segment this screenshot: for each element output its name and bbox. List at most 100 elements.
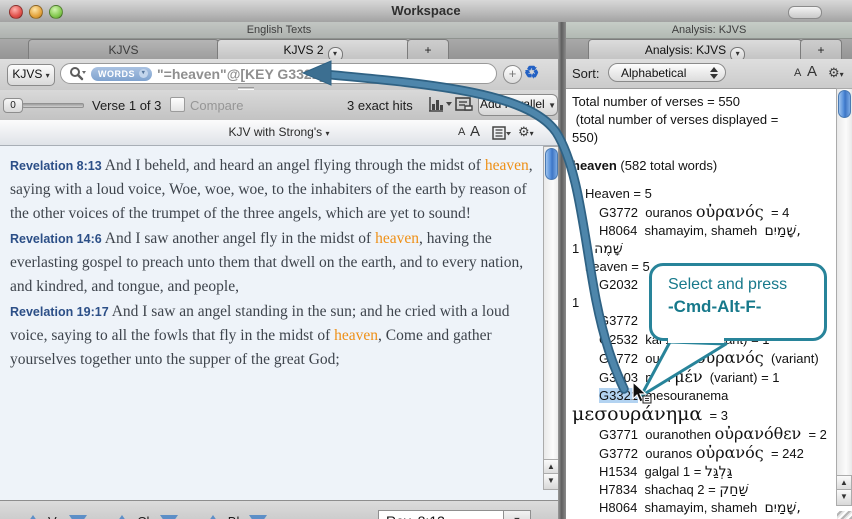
title-bar: Workspace bbox=[0, 0, 852, 23]
tab-analysis-label: Analysis: KJVS bbox=[645, 43, 726, 57]
analysis-text: G3772 ouranos bbox=[599, 351, 696, 366]
navigation-footer: Vs Ch Bk Rev. 8:13 ▼ bbox=[0, 500, 558, 519]
analysis-text: G3772 ouranos bbox=[599, 205, 696, 220]
add-search-button[interactable]: + bbox=[503, 65, 522, 84]
scope-dropdown-icon: ▾ bbox=[139, 69, 148, 78]
resize-grip[interactable] bbox=[837, 511, 852, 519]
reference-dropdown-button[interactable]: ▼ bbox=[503, 510, 531, 519]
pane-divider[interactable] bbox=[558, 22, 566, 519]
sort-dropdown[interactable]: Alphabetical bbox=[608, 63, 726, 82]
analysis-text: mesouranema bbox=[638, 388, 728, 403]
search-scope-pill[interactable]: WORDS ▾ bbox=[91, 67, 152, 81]
toolbar-toggle-button[interactable] bbox=[788, 6, 822, 19]
analysis-text: 550) bbox=[572, 130, 598, 145]
search-input[interactable]: WORDS ▾ "=heaven"@[KEY G3321] bbox=[60, 63, 497, 84]
analysis-text: = 1 bbox=[572, 241, 594, 256]
book-up-button[interactable] bbox=[204, 515, 222, 519]
analysis-scrollbar[interactable] bbox=[836, 88, 852, 477]
scroll-down-button[interactable]: ▼ bbox=[543, 473, 559, 490]
search-icon[interactable] bbox=[69, 66, 86, 81]
sort-label: Sort: bbox=[572, 66, 599, 81]
add-analysis-tab-button[interactable]: + bbox=[800, 39, 842, 60]
analysis-line: H7834 shachaq שַׁחַק = 2 bbox=[568, 481, 836, 499]
amplify-details-icon[interactable] bbox=[455, 96, 473, 112]
text-pane: English Texts KJVS KJVS 2▾ + KJVS ▾ bbox=[0, 22, 558, 519]
chapter-down-button[interactable] bbox=[160, 515, 178, 519]
analysis-text: μέν bbox=[674, 367, 702, 386]
gear-glyph: ⚙ bbox=[828, 65, 840, 80]
hit-word[interactable]: heaven bbox=[375, 230, 419, 247]
verse-reference[interactable]: Revelation 14:6 bbox=[10, 232, 102, 246]
window-title: Workspace bbox=[0, 3, 852, 18]
text-scrollbar-thumb[interactable] bbox=[545, 148, 558, 180]
analysis-text: = 1 bbox=[683, 464, 705, 479]
analysis-text: שָׁמֶה bbox=[594, 241, 623, 257]
verse: Revelation 19:17 And I saw an angel stan… bbox=[10, 300, 534, 372]
analysis-scrollbar-thumb[interactable] bbox=[838, 90, 851, 118]
analysis-text: G3772 bbox=[599, 313, 638, 328]
verse-up-button[interactable] bbox=[24, 515, 42, 519]
chapter-nav-label: Ch bbox=[137, 514, 154, 519]
verse-reference[interactable]: Revelation 8:13 bbox=[10, 159, 102, 173]
analysis-text: Total number of verses = 550 bbox=[572, 94, 740, 109]
analysis-text: (total number of verses displayed = bbox=[572, 112, 778, 127]
increase-font-button[interactable]: A bbox=[470, 123, 480, 140]
decrease-font-button[interactable]: A bbox=[794, 67, 801, 79]
reference-input[interactable]: Rev. 8:13 bbox=[378, 510, 504, 519]
add-parallel-button[interactable]: Add Parallel ▼ bbox=[478, 94, 558, 116]
analysis-line: G3771 ouranothen οὐρανόθεν = 2 bbox=[568, 425, 836, 444]
gear-icon[interactable]: ⚙▾ bbox=[828, 65, 844, 81]
add-tab-button[interactable]: + bbox=[407, 39, 449, 60]
analysis-text: = 2 bbox=[697, 482, 719, 497]
workspace-window: Workspace English Texts KJVS KJVS 2▾ + K… bbox=[0, 0, 852, 519]
selected-strongs-number[interactable]: G3321 bbox=[599, 388, 638, 403]
analysis-text: H7834 shachaq bbox=[599, 482, 697, 497]
search-query-text[interactable]: "=heaven"@[KEY G3321] bbox=[157, 66, 324, 82]
verse-reference[interactable]: Revelation 19:17 bbox=[10, 305, 109, 319]
analysis-graph-icon[interactable] bbox=[428, 96, 452, 112]
update-search-icon[interactable]: ♻ bbox=[524, 63, 539, 83]
module-label: KJVS bbox=[12, 67, 42, 81]
analysis-line bbox=[568, 147, 836, 157]
sort-value: Alphabetical bbox=[621, 66, 686, 80]
analysis-text: οὐρανός bbox=[696, 202, 764, 221]
chevron-down-icon: ▾ bbox=[840, 70, 844, 79]
hit-word[interactable]: heaven bbox=[334, 327, 378, 344]
tab-analysis[interactable]: Analysis: KJVS▾ bbox=[588, 39, 802, 60]
book-down-button[interactable] bbox=[249, 515, 267, 519]
analysis-text: שָׁמַיִם, bbox=[764, 500, 800, 516]
analysis-text: = 242 bbox=[764, 446, 804, 461]
compare-checkbox[interactable] bbox=[170, 97, 185, 112]
increase-font-button[interactable]: A bbox=[807, 63, 817, 80]
decrease-font-button[interactable]: A bbox=[458, 126, 465, 138]
hit-word[interactable]: heaven bbox=[485, 157, 529, 174]
chapter-up-button[interactable] bbox=[113, 515, 131, 519]
context-slider-value[interactable]: 0 bbox=[3, 98, 23, 113]
sort-stepper-icon[interactable] bbox=[710, 67, 718, 79]
display-settings-icon[interactable] bbox=[492, 126, 511, 140]
gear-icon[interactable]: ⚙▾ bbox=[518, 124, 534, 140]
context-slider[interactable] bbox=[22, 103, 84, 108]
analysis-text: heaven = 5 bbox=[585, 259, 650, 274]
tab-kjvs2[interactable]: KJVS 2▾ bbox=[217, 39, 409, 60]
analysis-text: = 2 bbox=[801, 427, 827, 442]
analysis-line: 550) bbox=[568, 129, 836, 147]
text-module-title-label: KJV with Strong's bbox=[228, 125, 322, 139]
module-select-button[interactable]: KJVS ▾ bbox=[7, 64, 55, 86]
analysis-line: Total number of verses = 550 bbox=[568, 93, 836, 111]
analysis-text: οὐρανός bbox=[696, 348, 764, 367]
hits-count: 3 exact hits bbox=[347, 98, 413, 113]
verse-list: Revelation 8:13 And I beheld, and heard … bbox=[0, 146, 540, 498]
analysis-line: G3772 ouranos οὐρανός (variant) bbox=[568, 349, 836, 368]
tab-kjvs[interactable]: KJVS bbox=[28, 39, 219, 60]
analysis-text: (variant) = 1 bbox=[703, 370, 780, 385]
verse-down-button[interactable] bbox=[69, 515, 87, 519]
analysis-line: G3772 ouranos οὐρανός = 4 bbox=[568, 203, 836, 222]
analysis-text: heaven bbox=[572, 158, 617, 173]
analysis-text: (582 total words) bbox=[617, 158, 717, 173]
verse-counter: Verse 1 of 3 bbox=[92, 98, 161, 113]
analysis-line: G3772 ouranos οὐρανός = 242 bbox=[568, 444, 836, 463]
compare-label: Compare bbox=[190, 98, 243, 113]
scroll-down-button[interactable]: ▼ bbox=[836, 489, 852, 506]
analysis-text: οὐρανόθεν bbox=[715, 424, 802, 443]
